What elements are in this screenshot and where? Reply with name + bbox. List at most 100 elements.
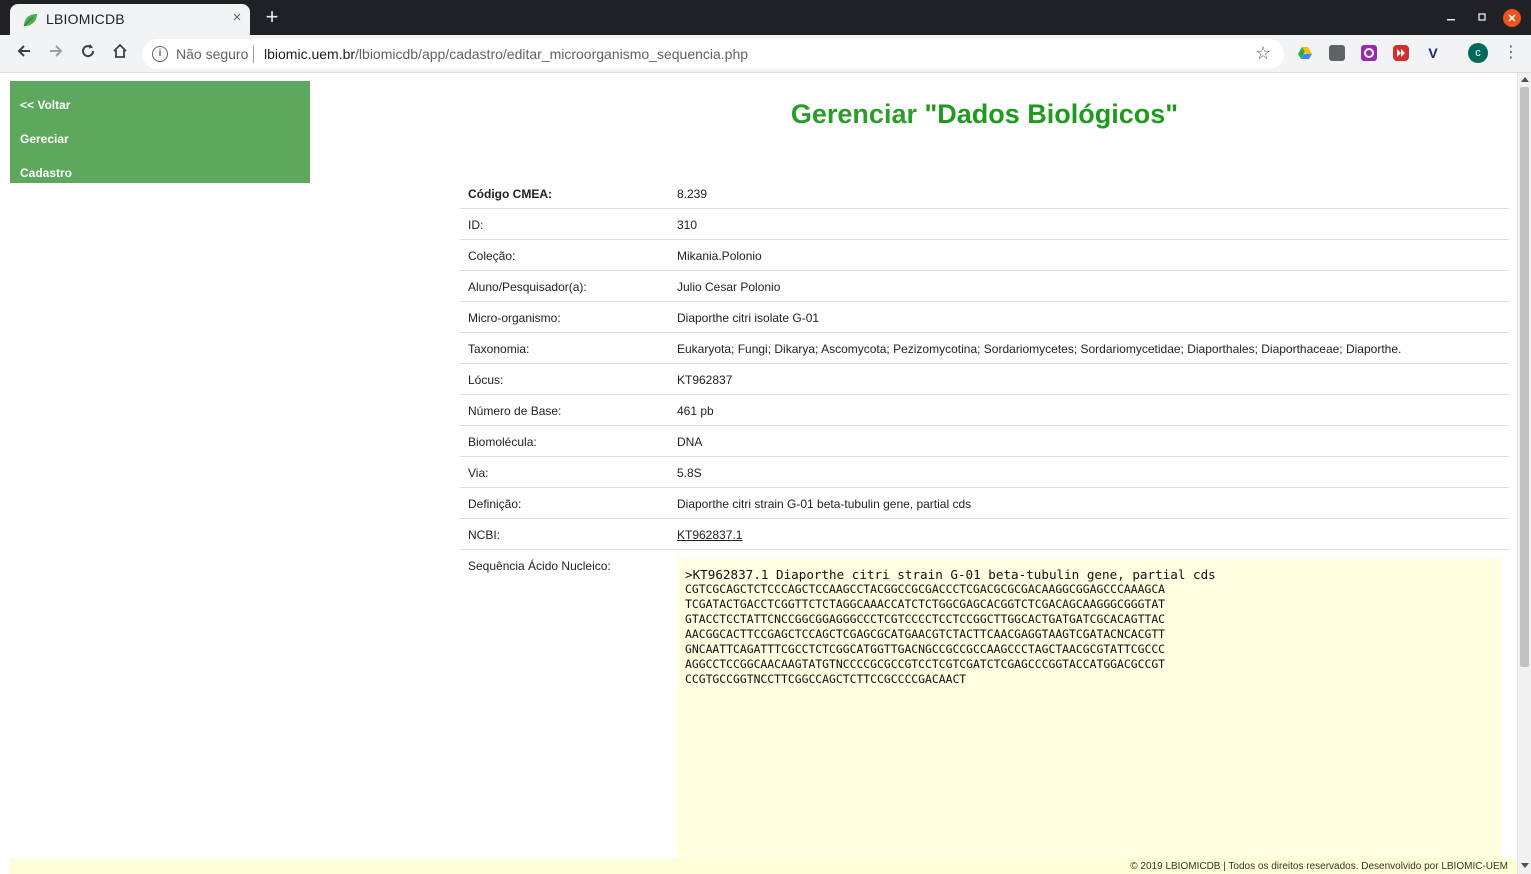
- camera-icon[interactable]: [1329, 45, 1345, 61]
- back-button[interactable]: [12, 42, 36, 66]
- row-value: Eukaryota; Fungi; Dikarya; Ascomycota; P…: [677, 342, 1402, 356]
- sidebar-item-voltar[interactable]: << Voltar: [20, 98, 70, 112]
- record-circle-icon: [1364, 48, 1374, 58]
- row-label: Via:: [468, 466, 489, 480]
- sequence-row: Sequência Ácido Nucleico: >KT962837.1 Di…: [460, 550, 1509, 874]
- url-separator: [253, 45, 254, 63]
- table-row: Biomolécula: DNA: [460, 426, 1509, 457]
- sequence-line: GNCAATTCAGATTTCGCCTCTCGGCATGGTTGACNGCCGC…: [685, 642, 1166, 656]
- sequence-line: CGTCGCAGCTCTCCCAGCTCCAAGCCTACGGCCGCGACCC…: [685, 582, 1166, 596]
- row-label: Código CMEA:: [468, 187, 552, 201]
- restore-icon: [1478, 13, 1486, 21]
- row-label: Lócus:: [468, 373, 504, 387]
- sequence-line: AACGGCACTTCCGAGCTCCAGCTCGAGCGCATGAACGTCT…: [685, 627, 1166, 641]
- table-row: Número de Base: 461 pb: [460, 395, 1509, 426]
- scroll-thumb[interactable]: [1520, 87, 1529, 667]
- row-label: Número de Base:: [468, 404, 562, 418]
- row-value: 461 pb: [677, 404, 714, 418]
- ncbi-link[interactable]: KT962837.1: [677, 528, 742, 542]
- leaf-favicon-icon: [23, 14, 37, 27]
- row-label: Aluno/Pesquisador(a):: [468, 280, 587, 294]
- tab-title: LBIOMICDB: [46, 11, 125, 27]
- row-value: DNA: [677, 435, 703, 449]
- home-icon: [113, 43, 127, 58]
- sequence-line: GTACCTCCTATTCNCCGGCGGAGGGCCCTCGTCCCCTCCT…: [685, 612, 1166, 626]
- browser-tab-bar: LBIOMICDB × +: [0, 0, 1531, 35]
- reload-button[interactable]: [76, 42, 100, 66]
- row-label: Micro-organismo:: [468, 311, 561, 325]
- close-icon: [1508, 14, 1516, 22]
- sidebar-item-gereciar[interactable]: Gereciar: [20, 132, 69, 146]
- page-scrollbar[interactable]: [1517, 73, 1531, 874]
- row-value: Mikania.Polonio: [677, 249, 762, 263]
- row-label: Biomolécula:: [468, 435, 537, 449]
- row-value: 8.239: [677, 187, 708, 201]
- page-title-emphasis: "Dados Biológicos": [924, 99, 1179, 129]
- sequence-textarea[interactable]: >KT962837.1 Diaporthe citri strain G-01 …: [677, 559, 1501, 874]
- drive-icon[interactable]: [1297, 45, 1313, 61]
- forward-button[interactable]: [44, 42, 68, 66]
- footer: © 2019 LBIOMICDB | Todos os direitos res…: [10, 859, 1517, 874]
- row-value: Diaporthe citri isolate G-01: [677, 311, 820, 325]
- browser-toolbar: i Não seguro lbiomic.uem.br/lbiomicdb/ap…: [0, 35, 1531, 73]
- page-title: Gerenciar "Dados Biológicos": [460, 99, 1509, 130]
- row-label: NCBI:: [468, 528, 501, 542]
- sequence-line: AGGCCTCCGGCAACAAGTATGTNCCCCGCGCCGTCCTCGT…: [685, 657, 1166, 671]
- row-label: Taxonomia:: [468, 342, 530, 356]
- close-icon[interactable]: ×: [228, 9, 246, 27]
- page-title-prefix: Gerenciar: [790, 99, 925, 129]
- table-row: Lócus: KT962837: [460, 364, 1509, 395]
- row-label: Coleção:: [468, 249, 516, 263]
- url-text[interactable]: lbiomic.uem.br/lbiomicdb/app/cadastro/ed…: [264, 46, 748, 62]
- back-arrow-icon: [17, 45, 30, 57]
- fast-forward-icon: [1397, 49, 1405, 57]
- browser-tab[interactable]: LBIOMICDB ×: [10, 4, 250, 35]
- info-icon[interactable]: i: [152, 46, 168, 62]
- row-label: ID:: [468, 218, 484, 232]
- table-row: Código CMEA: 8.239: [460, 178, 1509, 209]
- v-icon[interactable]: V: [1425, 45, 1441, 61]
- row-value: Diaporthe citri strain G-01 beta-tubulin…: [677, 497, 972, 511]
- table-row: NCBI: KT962837.1: [460, 519, 1509, 550]
- table-row: Aluno/Pesquisador(a): Julio Cesar Poloni…: [460, 271, 1509, 302]
- table-row: Micro-organismo: Diaporthe citri isolate…: [460, 302, 1509, 333]
- minimize-icon: [1447, 19, 1455, 21]
- sidebar-menu: << Voltar Gereciar Cadastro: [10, 81, 310, 183]
- avatar[interactable]: c: [1468, 43, 1488, 63]
- sequence-line: CCGTGCCGGTNCCTTCGGCCAGCTCTTCCGCCCCGACAAC…: [685, 672, 967, 686]
- details-table: Código CMEA: 8.239 ID: 310 Coleção: Mika…: [460, 178, 1509, 874]
- minimize-button[interactable]: [1442, 9, 1460, 27]
- url-host: lbiomic.uem.br: [264, 46, 356, 62]
- window-close-button[interactable]: [1503, 9, 1521, 27]
- forward-icon[interactable]: [1393, 45, 1409, 61]
- footer-text: © 2019 LBIOMICDB | Todos os direitos res…: [1130, 861, 1508, 872]
- table-row: Via: 5.8S: [460, 457, 1509, 488]
- sequence-line: TCGATACTGACCTCGGTTCTCTAGGCAAACCATCTCTGGC…: [685, 597, 1166, 611]
- table-row: Taxonomia: Eukaryota; Fungi; Dikarya; As…: [460, 333, 1509, 364]
- row-value: 5.8S: [677, 466, 702, 480]
- home-button[interactable]: [108, 42, 132, 66]
- table-row: Definição: Diaporthe citri strain G-01 b…: [460, 488, 1509, 519]
- scroll-down-arrow-icon[interactable]: [1521, 863, 1529, 868]
- page-viewport: << Voltar Gereciar Cadastro Gerenciar "D…: [0, 73, 1517, 874]
- plus-icon[interactable]: +: [262, 6, 282, 28]
- menu-dots-icon[interactable]: ⋮: [1503, 43, 1519, 63]
- sequence-header-line: >KT962837.1 Diaporthe citri strain G-01 …: [685, 567, 1216, 582]
- row-value: Julio Cesar Polonio: [677, 280, 781, 294]
- maximize-button[interactable]: [1473, 9, 1491, 27]
- address-bar[interactable]: i Não seguro lbiomic.uem.br/lbiomicdb/ap…: [142, 39, 1284, 69]
- row-value: 310: [677, 218, 698, 232]
- star-icon[interactable]: ☆: [1255, 43, 1271, 64]
- url-path: /lbiomicdb/app/cadastro/editar_microorga…: [355, 46, 749, 62]
- sequence-label: Sequência Ácido Nucleico:: [468, 559, 611, 573]
- scroll-up-arrow-icon[interactable]: [1521, 77, 1529, 82]
- row-value: KT962837: [677, 373, 733, 387]
- forward-arrow-icon: [50, 45, 63, 57]
- row-label: Definição:: [468, 497, 522, 511]
- sidebar-item-cadastro[interactable]: Cadastro: [20, 166, 72, 180]
- record-icon[interactable]: [1361, 45, 1377, 61]
- reload-icon: [82, 44, 95, 58]
- security-label[interactable]: Não seguro: [176, 46, 248, 62]
- table-row: Coleção: Mikania.Polonio: [460, 240, 1509, 271]
- table-row: ID: 310: [460, 209, 1509, 240]
